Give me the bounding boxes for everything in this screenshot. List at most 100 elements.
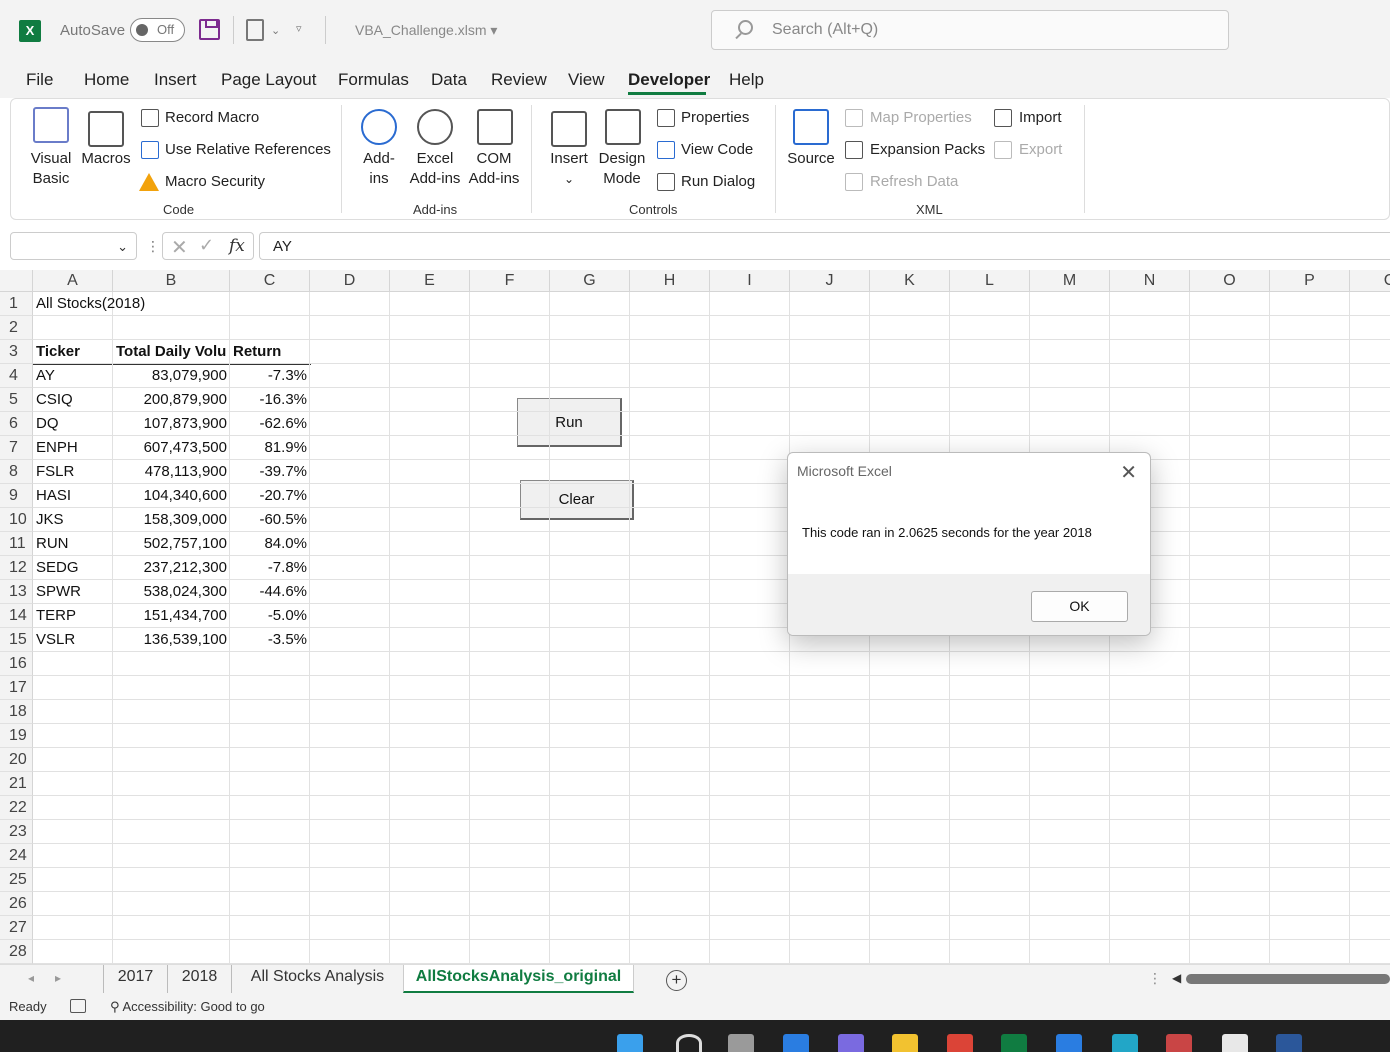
cell[interactable]: -5.0% (233, 604, 310, 628)
cell[interactable]: 81.9% (233, 436, 310, 460)
accessibility-status[interactable]: ⚲ Accessibility: Good to go (110, 999, 265, 1015)
row-header[interactable]: 11 (0, 532, 33, 556)
insert-function-icon[interactable]: fx (229, 236, 245, 256)
edge-icon[interactable] (1112, 1034, 1138, 1052)
run-button[interactable]: Run (517, 398, 622, 447)
close-icon[interactable]: ✕ (1120, 460, 1137, 485)
ok-button[interactable]: OK (1031, 591, 1128, 622)
enter-check-icon[interactable]: ✓ (199, 235, 214, 256)
name-box[interactable]: ⌄ (10, 232, 137, 260)
vscode-icon[interactable] (1056, 1034, 1082, 1052)
cell[interactable]: CSIQ (36, 388, 112, 412)
task-view-icon[interactable] (728, 1034, 754, 1052)
row-header[interactable]: 2 (0, 316, 33, 340)
column-header[interactable]: B (113, 270, 230, 292)
menu-review[interactable]: Review (491, 70, 547, 90)
cell[interactable]: 83,079,900 (116, 364, 230, 388)
macro-recording-icon[interactable] (70, 999, 86, 1013)
cell[interactable]: 502,757,100 (116, 532, 230, 556)
row-header[interactable]: 25 (0, 868, 33, 892)
menu-view[interactable]: View (568, 70, 605, 90)
column-header[interactable]: C (230, 270, 310, 292)
menu-file[interactable]: File (26, 70, 53, 90)
menu-data[interactable]: Data (431, 70, 467, 90)
cell[interactable]: 104,340,600 (116, 484, 230, 508)
customize-toolbar-icon[interactable]: ▿ (296, 22, 302, 35)
cell[interactable]: -16.3% (233, 388, 310, 412)
autosave-toggle[interactable]: Off (130, 18, 185, 42)
cell[interactable]: HASI (36, 484, 112, 508)
column-header[interactable]: J (790, 270, 870, 292)
cell[interactable]: 107,873,900 (116, 412, 230, 436)
cell[interactable]: SEDG (36, 556, 112, 580)
cell[interactable]: 84.0% (233, 532, 310, 556)
column-header[interactable]: P (1270, 270, 1350, 292)
cancel-icon[interactable]: ✕ (171, 235, 188, 260)
column-header[interactable]: O (1190, 270, 1270, 292)
more-icon[interactable]: ⋮ (146, 238, 160, 255)
cell[interactable]: RUN (36, 532, 112, 556)
search-box[interactable]: Search (Alt+Q) (711, 10, 1229, 50)
file-explorer-icon[interactable] (892, 1034, 918, 1052)
cell[interactable]: -3.5% (233, 628, 310, 652)
menu-insert[interactable]: Insert (154, 70, 197, 90)
worksheet-grid[interactable]: Run Clear A B C D E F G H I J K L M N O P C 1 2 3 4 5 6 7 8 9 10 11… (0, 270, 1390, 964)
cell[interactable]: Ticker (36, 340, 112, 364)
add-sheet-icon[interactable]: + (666, 970, 687, 991)
next-sheet-icon[interactable]: ▸ (55, 971, 61, 985)
menu-page-layout[interactable]: Page Layout (221, 70, 316, 90)
tab-2017[interactable]: 2017 (103, 965, 167, 993)
row-header[interactable]: 24 (0, 844, 33, 868)
menu-developer[interactable]: Developer (628, 70, 710, 90)
cell[interactable]: SPWR (36, 580, 112, 604)
row-header[interactable]: 14 (0, 604, 33, 628)
save-icon[interactable] (199, 19, 220, 40)
teams-icon[interactable] (838, 1034, 864, 1052)
row-header[interactable]: 8 (0, 460, 33, 484)
row-header[interactable]: 20 (0, 748, 33, 772)
chrome-icon[interactable] (947, 1034, 973, 1052)
scroll-left-icon[interactable]: ◀ (1172, 971, 1181, 985)
row-header[interactable]: 7 (0, 436, 33, 460)
column-header[interactable]: L (950, 270, 1030, 292)
formula-input[interactable]: AY (259, 232, 1390, 260)
cell[interactable]: All Stocks(2018) (36, 292, 236, 316)
column-header[interactable]: K (870, 270, 950, 292)
snipping-tool-icon[interactable] (1166, 1034, 1192, 1052)
cell[interactable]: -7.8% (233, 556, 310, 580)
menu-formulas[interactable]: Formulas (338, 70, 409, 90)
cell[interactable]: 200,879,900 (116, 388, 230, 412)
cell[interactable]: JKS (36, 508, 112, 532)
scrollbar-thumb[interactable] (1186, 974, 1390, 984)
clipboard-icon[interactable] (246, 19, 264, 41)
row-header[interactable]: 6 (0, 412, 33, 436)
horizontal-scrollbar[interactable]: ◀ (1172, 971, 1390, 985)
row-header[interactable]: 26 (0, 892, 33, 916)
column-header[interactable]: I (710, 270, 790, 292)
clear-button[interactable]: Clear (520, 480, 634, 520)
column-header[interactable]: H (630, 270, 710, 292)
cell[interactable]: 538,024,300 (116, 580, 230, 604)
tab-2018[interactable]: 2018 (167, 965, 231, 993)
select-all-corner[interactable] (0, 270, 33, 292)
row-header[interactable]: 18 (0, 700, 33, 724)
cell[interactable]: Total Daily Volu (116, 340, 229, 364)
row-header[interactable]: 5 (0, 388, 33, 412)
row-header[interactable]: 17 (0, 676, 33, 700)
cell[interactable]: VSLR (36, 628, 112, 652)
slack-icon[interactable] (1222, 1034, 1248, 1052)
more-icon[interactable]: ⋮ (1148, 970, 1162, 987)
cell[interactable]: TERP (36, 604, 112, 628)
cell[interactable]: FSLR (36, 460, 112, 484)
menu-home[interactable]: Home (84, 70, 129, 90)
word-icon[interactable] (1276, 1034, 1302, 1052)
column-header[interactable]: C (1350, 270, 1390, 292)
column-header[interactable]: D (310, 270, 390, 292)
cell[interactable]: -20.7% (233, 484, 310, 508)
chevron-down-icon[interactable]: ⌄ (117, 239, 128, 255)
row-header[interactable]: 12 (0, 556, 33, 580)
row-header[interactable]: 27 (0, 916, 33, 940)
column-header[interactable]: N (1110, 270, 1190, 292)
cell[interactable]: 607,473,500 (116, 436, 230, 460)
column-header[interactable]: F (470, 270, 550, 292)
